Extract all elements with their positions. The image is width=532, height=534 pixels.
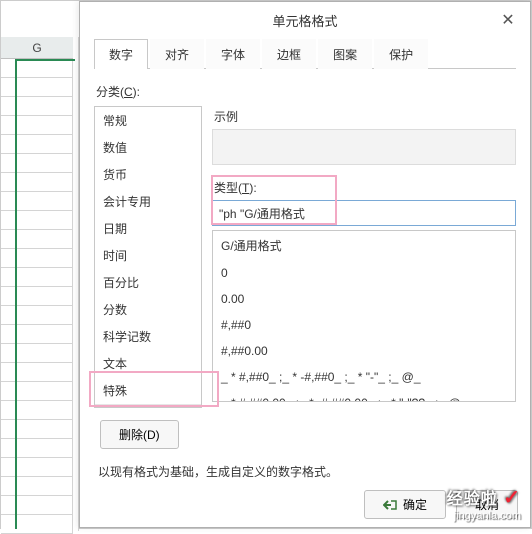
delete-button[interactable]: 删除(D) (100, 420, 179, 449)
tab-number[interactable]: 数字 (94, 39, 148, 69)
category-item-number[interactable]: 数值 (95, 134, 201, 161)
ok-arrow-icon (383, 499, 397, 511)
category-item-custom[interactable]: 自定义 (95, 404, 201, 408)
close-icon: ✕ (501, 10, 514, 30)
right-pane: 示例 类型(T): G/通用格式 0 0.00 #,##0 #,##0.00 _… (212, 106, 516, 408)
format-item[interactable]: G/通用格式 (213, 231, 515, 260)
ok-label: 确定 (403, 496, 427, 513)
ok-button[interactable]: 确定 (364, 490, 446, 519)
category-item-special[interactable]: 特殊 (95, 377, 201, 404)
format-item[interactable]: _ * #,##0_ ;_ * -#,##0_ ;_ * "-"_ ;_ @_ (213, 364, 515, 390)
dialog-title: 单元格格式 (272, 11, 337, 30)
category-item-percent[interactable]: 百分比 (95, 269, 201, 296)
dialog-footer: 确定 取消 (364, 490, 518, 519)
category-item-accounting[interactable]: 会计专用 (95, 188, 201, 215)
type-input[interactable] (212, 200, 516, 226)
close-button[interactable]: ✕ (494, 6, 522, 34)
sample-label: 示例 (214, 108, 516, 125)
format-item[interactable]: _ * #,##0.00_ ;_ * -#,##0.00_ ;_ * "-"??… (213, 390, 515, 402)
category-item-text[interactable]: 文本 (95, 350, 201, 377)
column-header-g[interactable]: G (1, 37, 73, 59)
format-item[interactable]: #,##0 (213, 312, 515, 338)
category-item-scientific[interactable]: 科学记数 (95, 323, 201, 350)
format-listbox[interactable]: G/通用格式 0 0.00 #,##0 #,##0.00 _ * #,##0_ … (212, 230, 516, 402)
category-item-currency[interactable]: 货币 (95, 161, 201, 188)
category-item-time[interactable]: 时间 (95, 242, 201, 269)
sample-box (212, 129, 516, 165)
category-listbox[interactable]: 常规 数值 货币 会计专用 日期 时间 百分比 分数 科学记数 文本 特殊 自定… (94, 106, 202, 408)
category-item-general[interactable]: 常规 (95, 107, 201, 134)
type-label: 类型(T): (214, 179, 516, 196)
tab-font[interactable]: 字体 (206, 39, 260, 69)
cancel-button[interactable]: 取消 (456, 490, 518, 519)
tab-align[interactable]: 对齐 (150, 39, 204, 69)
format-item[interactable]: 0.00 (213, 286, 515, 312)
format-item[interactable]: #,##0.00 (213, 338, 515, 364)
category-item-date[interactable]: 日期 (95, 215, 201, 242)
tab-border[interactable]: 边框 (262, 39, 316, 69)
dialog-title-bar: 单元格格式 ✕ (80, 2, 530, 38)
tab-protect[interactable]: 保护 (374, 39, 428, 69)
category-label: 分类(C): (96, 83, 516, 100)
tab-pattern[interactable]: 图案 (318, 39, 372, 69)
tab-strip: 数字 对齐 字体 边框 图案 保护 (94, 38, 516, 69)
hint-text: 以现有格式为基础，生成自定义的数字格式。 (98, 463, 516, 480)
selection-border (15, 59, 75, 529)
category-item-fraction[interactable]: 分数 (95, 296, 201, 323)
format-item[interactable]: 0 (213, 260, 515, 286)
cell-format-dialog: 单元格格式 ✕ 数字 对齐 字体 边框 图案 保护 分类(C): 常规 数值 货… (79, 1, 531, 528)
